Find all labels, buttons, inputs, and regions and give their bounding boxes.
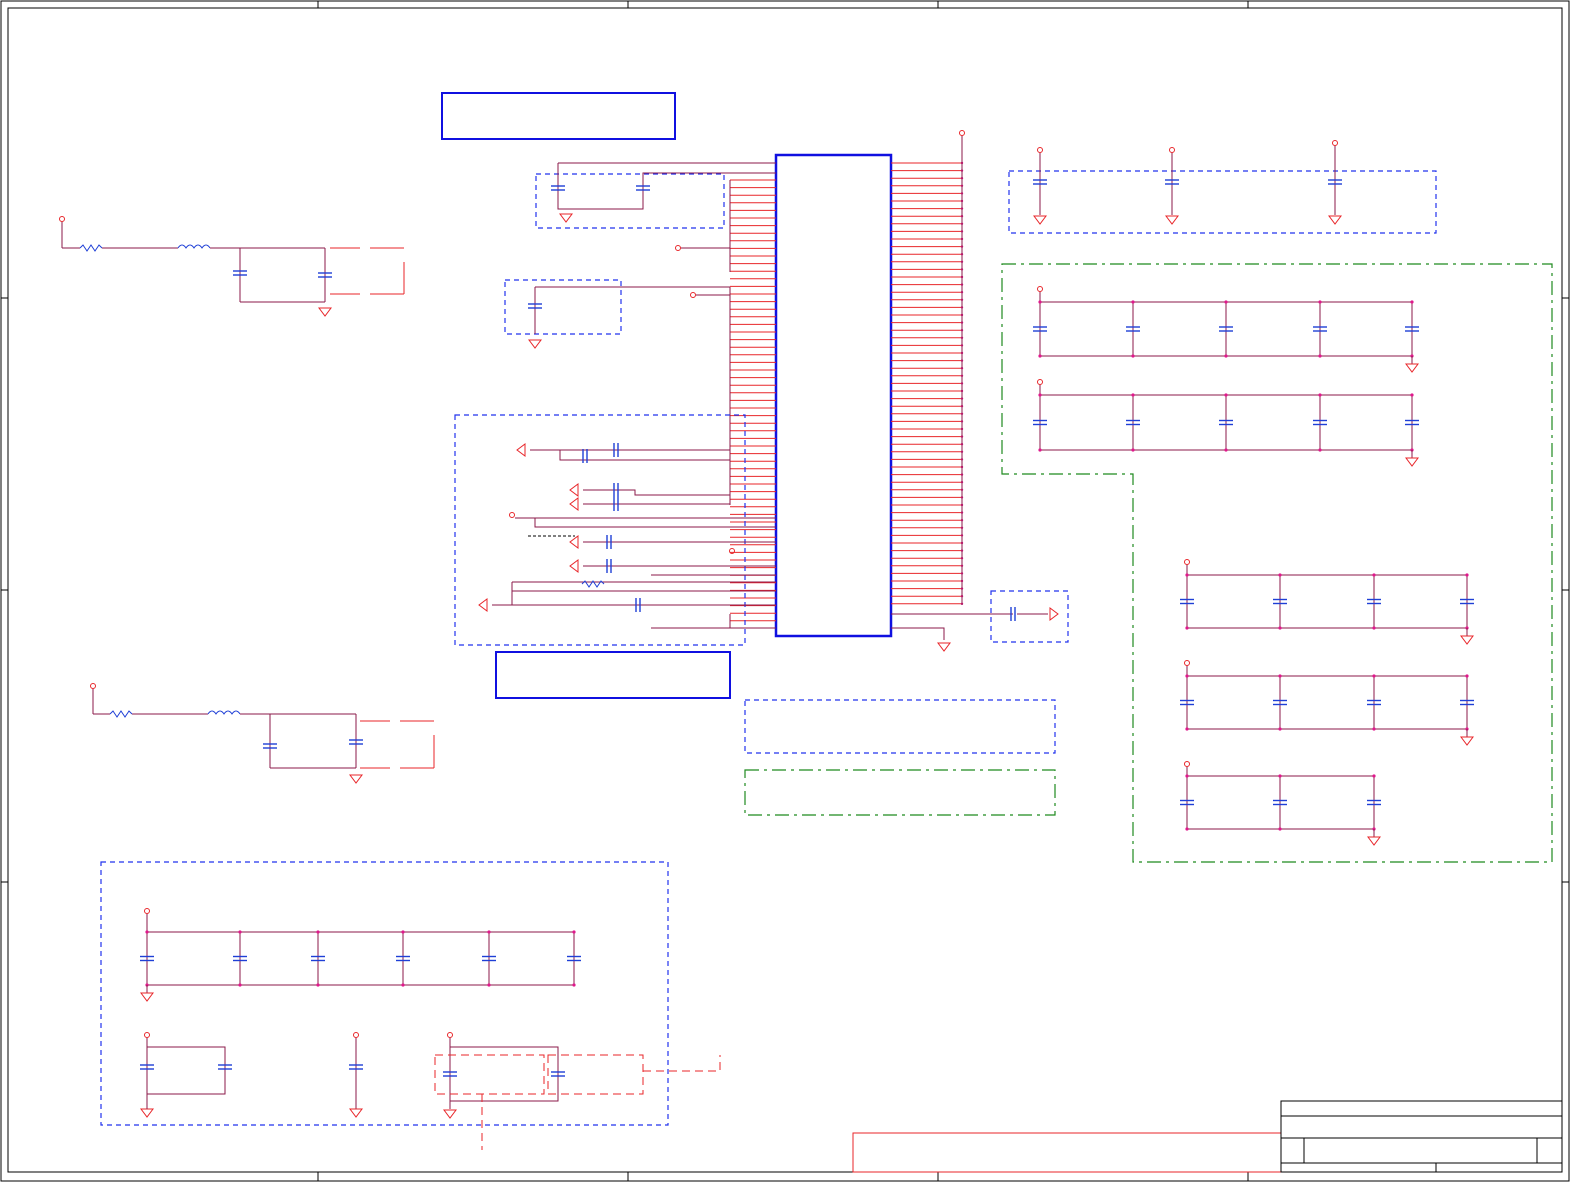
resistor-icon — [109, 710, 133, 718]
ground-icon — [349, 774, 363, 784]
ground-icon — [1367, 836, 1381, 846]
ground-icon — [140, 992, 154, 1002]
group-box-decoupling-mid — [504, 279, 622, 335]
power-port-icon — [1037, 379, 1043, 385]
ground-icon — [569, 559, 579, 573]
ground-icon — [559, 213, 573, 223]
inductor-icon — [177, 244, 211, 249]
ic-right-pins — [891, 161, 964, 605]
label-box-top — [441, 92, 676, 140]
power-port-icon — [1184, 761, 1190, 767]
capacitor-bank — [1179, 761, 1382, 846]
resistor-icon — [581, 580, 605, 588]
power-port-icon — [144, 1032, 150, 1038]
analog-network — [478, 442, 776, 629]
power-port-icon — [1169, 147, 1175, 153]
ground-icon — [1049, 607, 1059, 621]
ground-icon — [1033, 215, 1047, 225]
label-box-bottom — [495, 651, 731, 699]
ground-icon — [1165, 215, 1179, 225]
ground-icon — [937, 642, 951, 652]
ground-icon — [443, 1109, 457, 1119]
schematic-sheet — [0, 0, 1570, 1182]
ground-icon — [478, 598, 488, 612]
capacitor-bank — [1179, 660, 1475, 746]
group-box-green-large — [1001, 263, 1553, 863]
power-port-icon — [959, 130, 965, 136]
decoupling-bottom-left — [139, 1032, 721, 1150]
power-port-icon — [690, 292, 696, 298]
ground-icon — [140, 1108, 154, 1118]
power-port-icon — [1332, 140, 1338, 146]
ground-icon — [569, 483, 579, 497]
capacitor-bank — [1179, 559, 1475, 645]
resistor-icon — [79, 244, 103, 252]
ground-icon — [569, 497, 579, 511]
ground-icon — [569, 535, 579, 549]
power-port-icon — [675, 245, 681, 251]
capacitor-bank — [1032, 379, 1420, 467]
decoupling-banks — [139, 286, 1475, 1002]
ground-icon — [318, 307, 332, 317]
power-port-icon — [1037, 147, 1043, 153]
ic-block[interactable] — [774, 153, 893, 638]
capacitor-bank — [1032, 286, 1420, 373]
capacitor-icon — [582, 448, 588, 464]
power-port-icon — [90, 683, 96, 689]
group-box-right-top — [1008, 170, 1437, 234]
ground-icon — [1460, 736, 1474, 746]
sheet-border — [0, 0, 1570, 1182]
ground-icon — [1405, 363, 1419, 373]
group-box-note-green — [744, 769, 1056, 816]
filter-network-top — [59, 216, 405, 317]
group-box-note-blue — [744, 699, 1056, 754]
capacitor-bank — [139, 908, 582, 1002]
ground-icon — [1460, 635, 1474, 645]
power-port-icon — [59, 216, 65, 222]
ground-icon — [349, 1108, 363, 1118]
power-port-icon — [353, 1032, 359, 1038]
power-port-icon — [144, 908, 150, 914]
decoupling-right-top — [1032, 140, 1343, 225]
power-port-icon — [447, 1032, 453, 1038]
ground-icon — [516, 443, 526, 457]
group-box-bottom-left — [100, 861, 669, 1126]
power-port-icon — [509, 512, 515, 518]
group-box-output-cap — [990, 590, 1069, 643]
power-port-icon — [1037, 286, 1043, 292]
inductor-icon — [207, 710, 241, 715]
title-block — [852, 1100, 1563, 1173]
ground-icon — [1405, 457, 1419, 467]
power-port-icon — [1184, 660, 1190, 666]
filter-network-mid — [90, 683, 435, 784]
power-port-icon — [1184, 559, 1190, 565]
ground-icon — [528, 339, 542, 349]
ground-icon — [1328, 215, 1342, 225]
ic-left-pins — [729, 179, 776, 622]
